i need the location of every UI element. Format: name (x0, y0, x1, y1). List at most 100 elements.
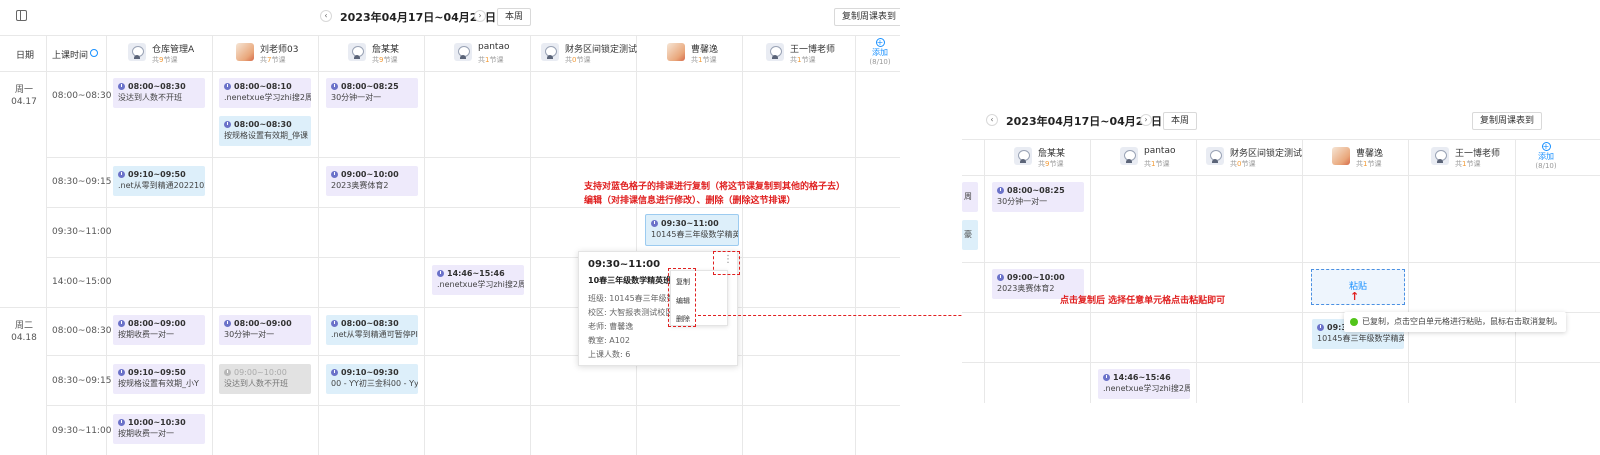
clock-icon (118, 83, 125, 90)
teacher-lesson-count: 共1节课 (1144, 160, 1170, 168)
add-count: (8/10) (869, 58, 891, 66)
teacher-lesson-count: 共1节课 (1356, 160, 1382, 168)
teacher-avatar-icon (1120, 147, 1138, 165)
lesson-card[interactable]: 08:00~09:00 30分钟一对一 (219, 315, 311, 345)
lesson-card-fragment[interactable]: 周 (962, 182, 978, 212)
lesson-card[interactable]: 08:00~08:30 没达到人数不开班 (113, 78, 205, 108)
teacher-lesson-count: 共1节课 (790, 56, 816, 64)
add-label: 添加 (872, 48, 888, 57)
teacher-name: pantao (478, 42, 510, 52)
lesson-card[interactable]: 10:00~10:30 按期收费一对一 (113, 414, 205, 444)
clock-icon (224, 121, 231, 128)
teacher-avatar-icon (1332, 147, 1350, 165)
lesson-card[interactable]: 09:10~09:50 按规格设置有效期_小Y (113, 364, 205, 394)
sidebar-toggle-icon[interactable] (16, 10, 27, 21)
lesson-card[interactable]: 08:00~08:10 .nenetxue学习zhi搜2周 (219, 78, 311, 108)
teacher-name: 曹馨逸 (1356, 149, 1384, 159)
popup-title: 10春三年级数学精英班 (588, 276, 672, 285)
left-schedule-panel: ‹ 2023年04月17日~04月23日 › 本周 复制周课表到 日期 上课时间… (0, 0, 900, 455)
teacher-header[interactable]: 曹馨逸 共1节课 (1332, 142, 1408, 178)
day-label: 周一 04.17 (11, 85, 37, 107)
clock-icon (224, 320, 231, 327)
settings-icon[interactable] (90, 49, 98, 57)
teacher-name: 仓库管理A (152, 45, 195, 55)
lesson-card-disabled[interactable]: 09:00~10:00 没达到人数不开班 (219, 364, 311, 394)
teacher-header[interactable]: pantao 共1节课 (1120, 142, 1196, 178)
prev-week-button[interactable]: ‹ (986, 114, 998, 126)
teacher-name: 詹某某 (1038, 149, 1066, 159)
annotation-copy-edit-delete: 支持对蓝色格子的排课进行复制（将这节课复制到其他的格子去） 编辑（对排课信息进行… (584, 182, 846, 206)
copy-week-button[interactable]: 复制周课表到 (834, 8, 900, 26)
lesson-card[interactable]: 09:00~10:00 2023奥赛体育2 (326, 166, 418, 196)
time-column-header: 上课时间 (52, 51, 89, 61)
copy-week-button[interactable]: 复制周课表到 (1472, 112, 1542, 130)
time-slot-label: 08:30~09:15 (52, 376, 112, 386)
add-teacher-button[interactable]: + 添加 (8/10) (1526, 142, 1566, 171)
lesson-card[interactable]: 08:00~08:25 30分钟一对一 (992, 182, 1084, 212)
lesson-card[interactable]: 08:00~08:30 .net从零到精通可暂停PI (326, 315, 418, 345)
date-column-header: 日期 (16, 51, 35, 61)
more-icon[interactable]: ⋮ (723, 254, 733, 265)
teacher-avatar-icon (541, 43, 559, 61)
teacher-lesson-count: 共0节课 (1230, 160, 1256, 168)
teacher-name: 王一博老师 (1455, 149, 1501, 159)
popup-teacher: 老师: 曹馨逸 (588, 322, 634, 331)
clock-icon (1317, 324, 1324, 331)
this-week-button[interactable]: 本周 (1163, 112, 1197, 130)
teacher-header[interactable]: 王一博老师 共1节课 (1431, 142, 1515, 178)
time-slot-label: 08:30~09:15 (52, 177, 112, 187)
teacher-header[interactable]: 詹某某 共9节课 (1014, 142, 1094, 178)
clock-icon (331, 320, 338, 327)
add-circle-icon: + (1541, 142, 1551, 151)
time-slot-label: 14:00~15:00 (52, 277, 112, 287)
prev-week-button[interactable]: ‹ (320, 10, 332, 22)
clock-icon (118, 419, 125, 426)
teacher-header[interactable]: 王一博老师 共1节课 (766, 38, 855, 74)
teacher-name: 刘老师03 (260, 45, 299, 55)
teacher-header[interactable]: pantao 共1节课 (454, 38, 538, 74)
teacher-header[interactable]: 财务区间锁定测试 共0节课 (1206, 142, 1302, 178)
next-week-button[interactable]: › (1140, 114, 1152, 126)
lesson-card[interactable]: 08:00~08:30 按规格设置有效期_停课 (219, 116, 311, 146)
popup-room: 教室: A102 (588, 336, 630, 345)
teacher-lesson-count: 共1节课 (478, 56, 504, 64)
teacher-name: 曹馨逸 (691, 45, 719, 55)
lesson-card-fragment[interactable]: 豪 (962, 220, 978, 250)
teacher-avatar-icon (766, 43, 784, 61)
add-teacher-button[interactable]: + 添加 (8/10) (862, 38, 898, 67)
menu-highlight-box (668, 268, 696, 327)
clock-icon (997, 274, 1004, 281)
teacher-lesson-count: 共9节课 (152, 56, 178, 64)
lesson-card[interactable]: 14:46~15:46 .nenetxue学习zhi搜2周 (432, 265, 524, 295)
clock-icon (224, 83, 231, 90)
lesson-card[interactable]: 08:00~09:00 按期收费一对一 (113, 315, 205, 345)
teacher-avatar-icon (128, 43, 146, 61)
lesson-card[interactable]: 09:10~09:50 .net从零到精通2022102 (113, 166, 205, 196)
popup-count: 上课人数: 6 (588, 350, 631, 359)
time-slot-label: 09:30~11:00 (52, 227, 112, 237)
teacher-header[interactable]: 詹某某 共9节课 (348, 38, 432, 74)
lesson-card[interactable]: 14:46~15:46 .nenetxue学习zhi搜2周 (1098, 369, 1190, 399)
lesson-card[interactable]: 08:00~08:25 30分钟一对一 (326, 78, 418, 108)
teacher-lesson-count: 共9节课 (1038, 160, 1064, 168)
copied-toast: 已复制，点击空白单元格进行粘贴，鼠标右击取消复制。 (1344, 312, 1566, 332)
teacher-header[interactable]: 刘老师03 共7节课 (236, 38, 320, 74)
lesson-card[interactable]: 09:10~09:30 00 - YY初三金科00 - Yy (326, 364, 418, 394)
teacher-lesson-count: 共9节课 (372, 56, 398, 64)
popup-time: 09:30~11:00 (588, 259, 661, 270)
teacher-avatar-icon (454, 43, 472, 61)
teacher-avatar-icon (1014, 147, 1032, 165)
this-week-button[interactable]: 本周 (497, 8, 531, 26)
teacher-lesson-count: 共7节课 (260, 56, 286, 64)
teacher-header[interactable]: 财务区间锁定测试 共0节课 (541, 38, 637, 74)
teacher-avatar-icon (1206, 147, 1224, 165)
teacher-header[interactable]: 曹馨逸 共1节课 (667, 38, 742, 74)
teacher-avatar-icon (236, 43, 254, 61)
teacher-header[interactable]: 仓库管理A 共9节课 (128, 38, 212, 74)
lesson-card-selected[interactable]: 09:30~11:00 10145春三年级数学精英 (645, 214, 739, 246)
next-week-button[interactable]: › (474, 10, 486, 22)
clock-icon (118, 171, 125, 178)
add-label: 添加 (1538, 152, 1554, 161)
teacher-lesson-count: 共1节课 (1455, 160, 1481, 168)
clock-icon (331, 83, 338, 90)
